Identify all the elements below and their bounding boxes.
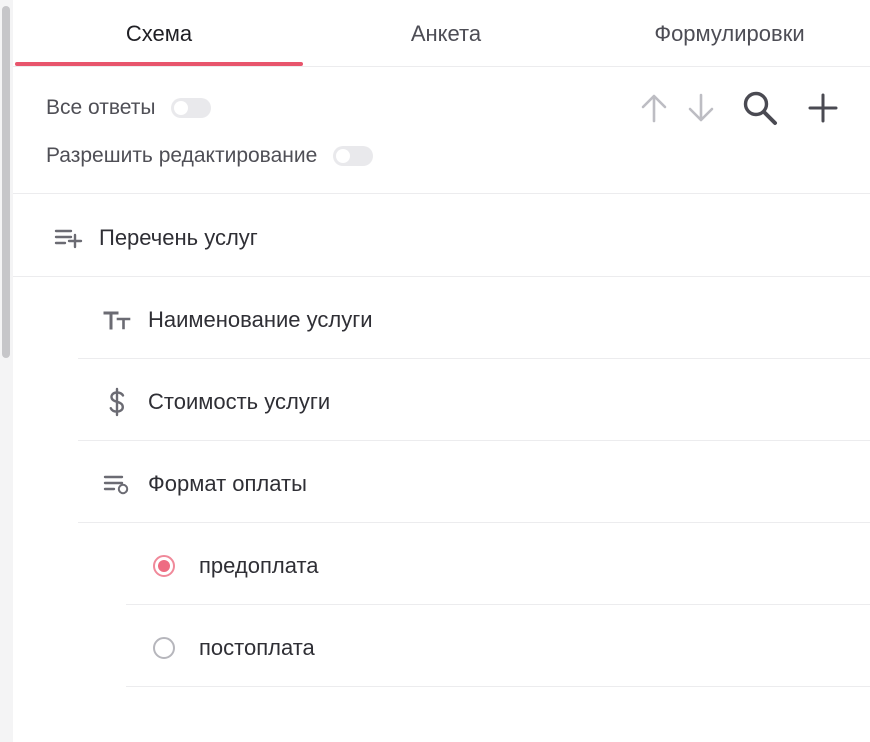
divider bbox=[126, 686, 870, 687]
tree-item-label: Формат оплаты bbox=[148, 471, 307, 496]
allow-edit-row: Разрешить редактирование bbox=[46, 141, 374, 171]
tab-bar: Схема Анкета Формулировки bbox=[13, 0, 870, 67]
radio-dot bbox=[158, 560, 170, 572]
option-label: постоплата bbox=[199, 635, 315, 660]
option-label: предоплата bbox=[199, 553, 319, 578]
tree-item-label: Перечень услуг bbox=[99, 225, 258, 250]
all-answers-label: Все ответы bbox=[46, 96, 156, 119]
tree-item-label: Наименование услуги bbox=[148, 307, 373, 332]
option-prepayment[interactable]: предоплата bbox=[153, 526, 319, 606]
divider bbox=[78, 440, 870, 441]
choice-list-icon bbox=[100, 467, 134, 501]
allow-edit-label: Разрешить редактирование bbox=[46, 144, 318, 167]
scrollbar-track[interactable] bbox=[0, 0, 13, 742]
toggle-knob bbox=[336, 149, 351, 163]
search-button[interactable] bbox=[740, 88, 780, 128]
divider bbox=[13, 276, 870, 277]
active-tab-indicator bbox=[15, 62, 303, 66]
schema-panel: Схема Анкета Формулировки Все ответы Раз… bbox=[13, 0, 870, 742]
option-postpayment[interactable]: постоплата bbox=[153, 608, 315, 688]
divider bbox=[126, 604, 870, 605]
search-icon bbox=[743, 91, 777, 125]
all-answers-row: Все ответы bbox=[46, 93, 212, 123]
tree-item-payment-format[interactable]: Формат оплаты bbox=[100, 444, 307, 524]
arrow-down-icon bbox=[688, 93, 714, 122]
arrow-up-icon bbox=[641, 94, 667, 123]
list-add-icon bbox=[51, 221, 85, 255]
tree-item-label: Стоимость услуги bbox=[148, 389, 331, 414]
radio-selected[interactable] bbox=[153, 555, 175, 577]
move-down-button[interactable] bbox=[681, 88, 721, 128]
plus-icon bbox=[808, 93, 838, 123]
tree-item-service-cost[interactable]: Стоимость услуги bbox=[100, 362, 330, 442]
tab-schema[interactable]: Схема bbox=[15, 0, 303, 66]
radio-unselected[interactable] bbox=[153, 637, 175, 659]
add-button[interactable] bbox=[803, 88, 843, 128]
tree-item-services-list[interactable]: Перечень услуг bbox=[51, 198, 258, 278]
all-answers-toggle[interactable] bbox=[171, 98, 212, 118]
text-type-icon bbox=[100, 303, 134, 337]
tab-wording[interactable]: Формулировки bbox=[589, 0, 870, 66]
allow-edit-toggle[interactable] bbox=[333, 146, 374, 166]
toggle-knob bbox=[174, 101, 189, 115]
scrollbar-thumb[interactable] bbox=[2, 6, 10, 358]
tab-questionnaire[interactable]: Анкета bbox=[303, 0, 589, 66]
move-up-button[interactable] bbox=[634, 88, 674, 128]
tree-item-service-name[interactable]: Наименование услуги bbox=[100, 280, 373, 360]
divider bbox=[78, 522, 870, 523]
dollar-icon bbox=[100, 385, 134, 419]
divider bbox=[78, 358, 870, 359]
divider bbox=[13, 193, 870, 194]
